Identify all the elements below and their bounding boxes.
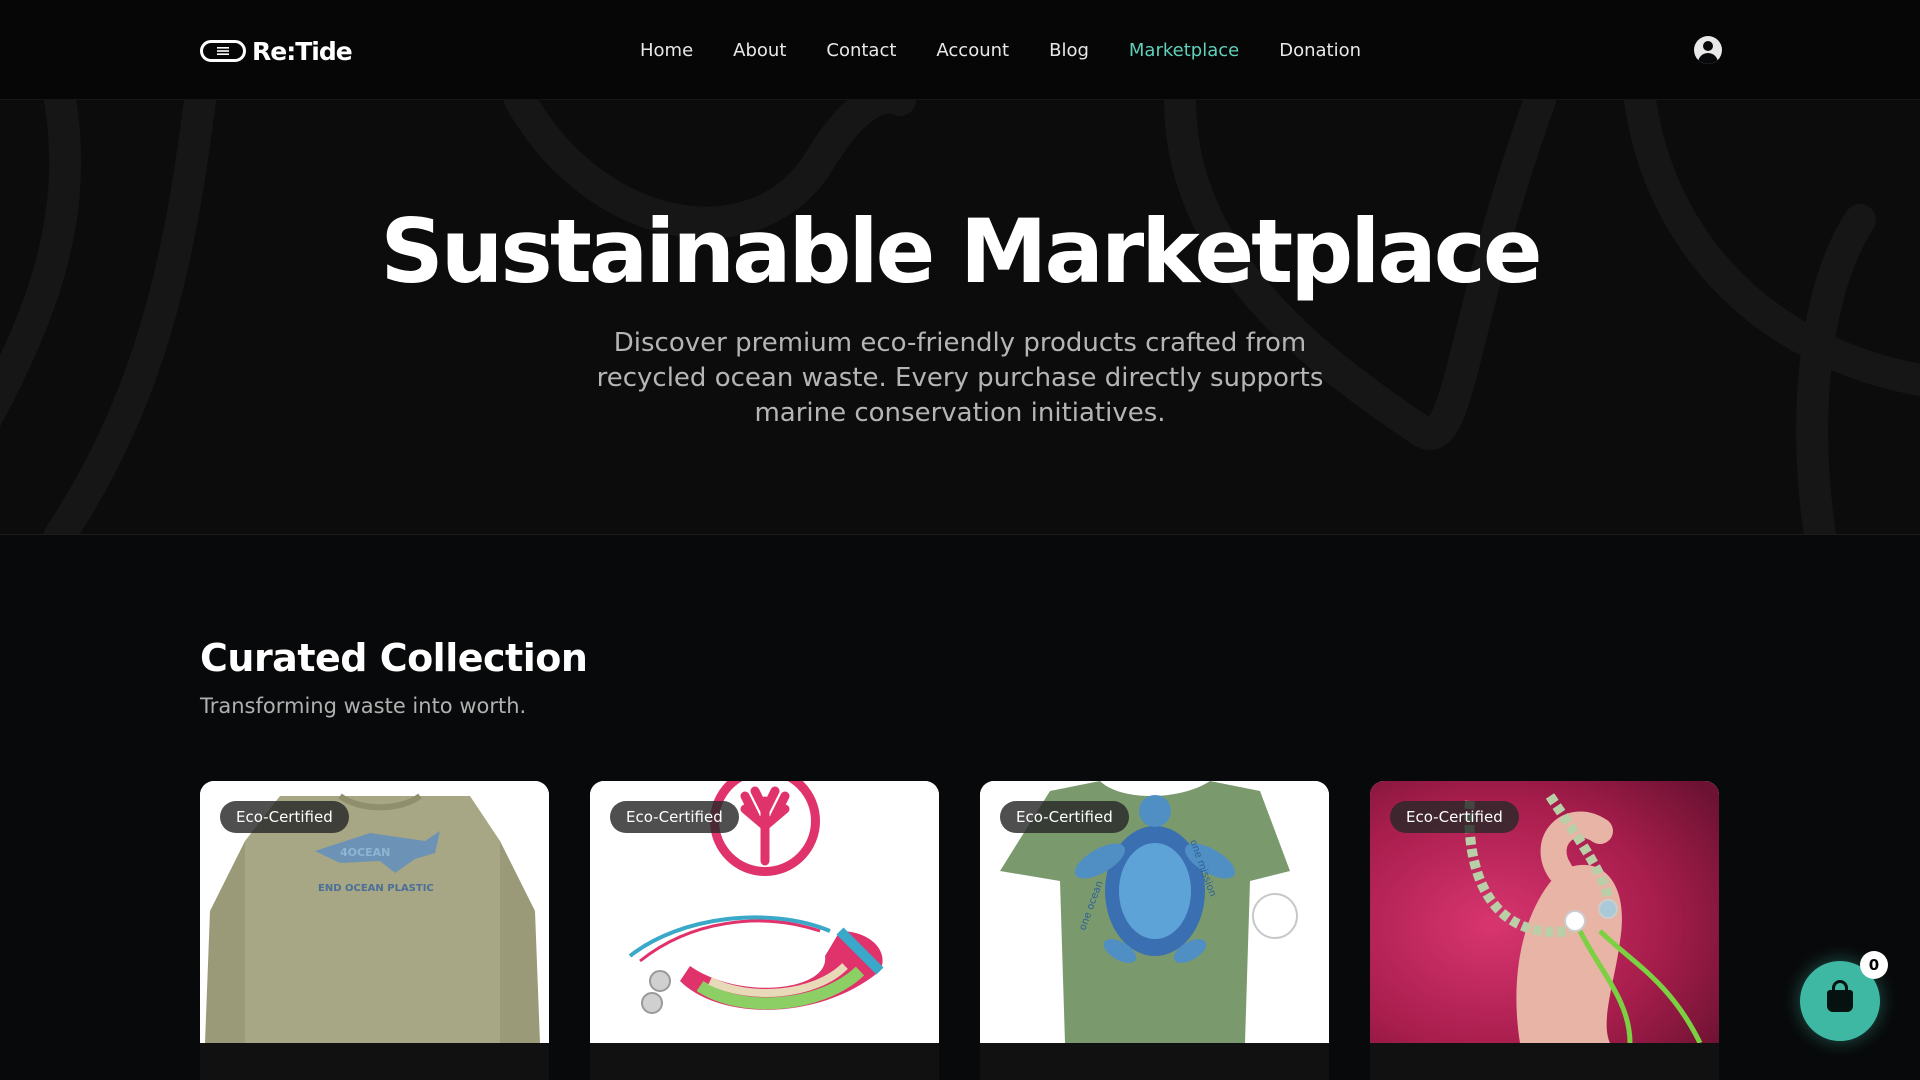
eco-certified-badge: Eco-Certified bbox=[220, 801, 349, 833]
brand-name: Re:Tide bbox=[252, 36, 353, 66]
hero-section: Sustainable Marketplace Discover premium… bbox=[0, 100, 1920, 535]
product-card[interactable]: Eco-Certified 4OCEAN END OCEAN PLASTIC bbox=[200, 781, 549, 1080]
section-subtitle: Transforming waste into worth. bbox=[200, 694, 527, 718]
product-card[interactable]: Eco-Certified one ocean one mission bbox=[980, 781, 1329, 1080]
brand-logo[interactable]: Re:Tide bbox=[200, 36, 353, 66]
nav-link-blog[interactable]: Blog bbox=[1049, 40, 1089, 61]
nav-link-about[interactable]: About bbox=[733, 40, 786, 61]
top-navigation: Re:Tide Home About Contact Account Blog … bbox=[0, 0, 1920, 100]
product-grid: Eco-Certified 4OCEAN END OCEAN PLASTIC E… bbox=[200, 781, 1720, 1080]
main-menu: Home About Contact Account Blog Marketpl… bbox=[640, 34, 1361, 66]
cart-count-badge: 0 bbox=[1860, 951, 1888, 979]
svg-text:4OCEAN: 4OCEAN bbox=[340, 846, 390, 859]
product-card[interactable]: Eco-Certified bbox=[590, 781, 939, 1080]
eco-certified-badge: Eco-Certified bbox=[1390, 801, 1519, 833]
nav-link-home[interactable]: Home bbox=[640, 40, 693, 61]
product-info bbox=[200, 1043, 549, 1080]
page-title: Sustainable Marketplace bbox=[380, 200, 1542, 303]
logo-mark-icon bbox=[200, 40, 246, 62]
user-circle-icon[interactable] bbox=[1694, 36, 1722, 64]
hero-wave-pattern bbox=[0, 100, 1920, 534]
nav-link-contact[interactable]: Contact bbox=[826, 40, 896, 61]
nav-link-account[interactable]: Account bbox=[936, 40, 1009, 61]
nav-link-donation[interactable]: Donation bbox=[1279, 40, 1361, 61]
product-info bbox=[590, 1043, 939, 1080]
svg-text:END OCEAN PLASTIC: END OCEAN PLASTIC bbox=[318, 883, 434, 894]
eco-certified-badge: Eco-Certified bbox=[610, 801, 739, 833]
section-title: Curated Collection bbox=[200, 636, 588, 680]
hero-subtitle: Discover premium eco-friendly products c… bbox=[596, 328, 1324, 428]
eco-certified-badge: Eco-Certified bbox=[1000, 801, 1129, 833]
nav-link-marketplace[interactable]: Marketplace bbox=[1129, 40, 1239, 61]
product-info bbox=[980, 1043, 1329, 1080]
page: Re:Tide Home About Contact Account Blog … bbox=[0, 0, 1920, 1080]
product-info bbox=[1370, 1043, 1719, 1080]
product-card[interactable]: Eco-Certified bbox=[1370, 781, 1719, 1080]
